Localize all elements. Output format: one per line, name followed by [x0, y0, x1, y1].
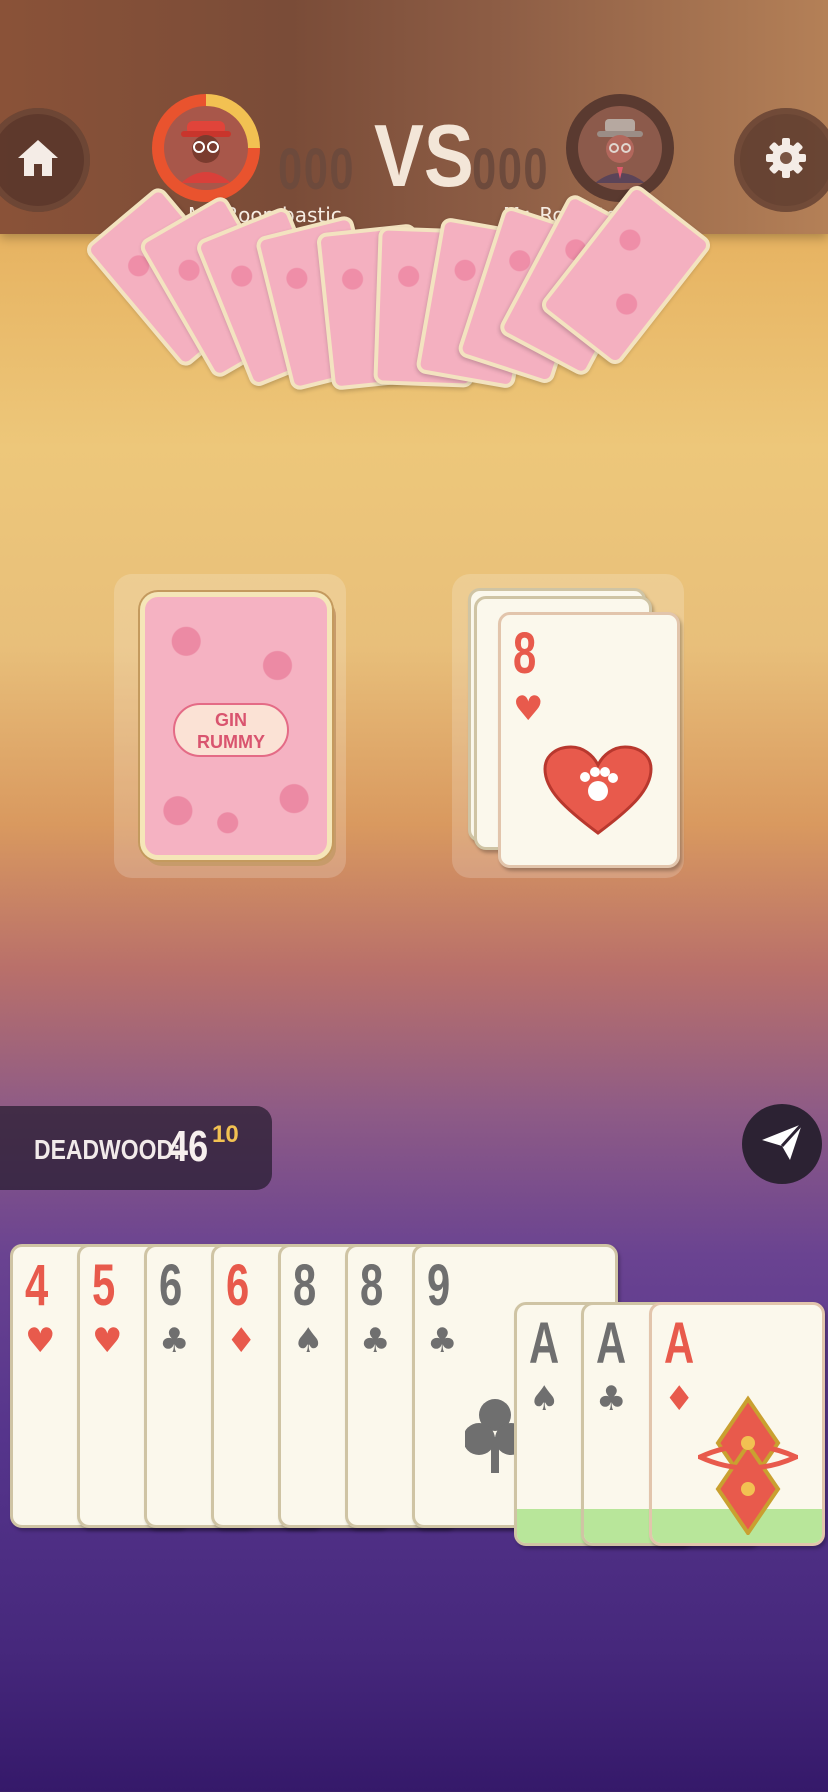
- heart-paw-icon: [543, 745, 653, 841]
- diamond-art-icon: [693, 1395, 803, 1539]
- draw-pile[interactable]: GIN RUMMY: [140, 592, 332, 860]
- player2-score: 000: [472, 137, 550, 202]
- card-suit-icon: ♣: [427, 1321, 458, 1361]
- card-rank: 8: [293, 1253, 317, 1318]
- card-rank: 6: [226, 1253, 250, 1318]
- deadwood-label: DEADWOOD:: [34, 1134, 181, 1165]
- card-rank: 5: [92, 1253, 116, 1318]
- player1-avatar: [152, 94, 260, 202]
- card-suit-icon: ♥: [25, 1321, 56, 1361]
- player2-portrait: [578, 106, 662, 190]
- deadwood-value: 46: [168, 1122, 209, 1171]
- card-rank: A: [664, 1311, 695, 1376]
- deck-logo-line2: RUMMY: [197, 732, 265, 752]
- card-rank: 4: [25, 1253, 49, 1318]
- deadwood-panel: DEADWOOD: 46 10: [0, 1106, 272, 1190]
- deck-logo: GIN RUMMY: [173, 703, 289, 757]
- card-suit-icon: ♣: [360, 1321, 391, 1361]
- settings-button[interactable]: [734, 108, 828, 212]
- player1-score: 000: [278, 137, 356, 202]
- card-rank: A: [596, 1311, 627, 1376]
- card-suit-icon: ♠: [293, 1321, 324, 1361]
- card-suit-icon: ♣: [159, 1321, 190, 1361]
- card-suit-icon: ♦: [664, 1379, 695, 1419]
- gear-icon: [764, 136, 808, 184]
- card-rank: 6: [159, 1253, 183, 1318]
- card-rank: A: [529, 1311, 560, 1376]
- deck-logo-line1: GIN: [214, 710, 247, 730]
- card-suit-icon: ♥: [513, 689, 544, 729]
- discard-top-card[interactable]: 8 ♥: [498, 612, 680, 868]
- card-suit-icon: ♥: [92, 1321, 123, 1361]
- player1-portrait: [164, 106, 248, 190]
- send-icon: [760, 1122, 804, 1166]
- card-suit-icon: ♣: [596, 1379, 627, 1419]
- player2-avatar: [566, 94, 674, 202]
- vs-label: VS: [374, 106, 474, 205]
- deadwood-secondary: 10: [212, 1121, 239, 1148]
- card-rank: 8: [360, 1253, 384, 1318]
- card-rank: 8: [513, 621, 537, 686]
- card-suit-icon: ♦: [226, 1321, 257, 1361]
- meld-card[interactable]: A ♦: [649, 1302, 825, 1546]
- card-rank: 9: [427, 1253, 451, 1318]
- send-button[interactable]: [742, 1104, 822, 1184]
- home-icon: [16, 138, 60, 182]
- card-suit-icon: ♠: [529, 1379, 560, 1419]
